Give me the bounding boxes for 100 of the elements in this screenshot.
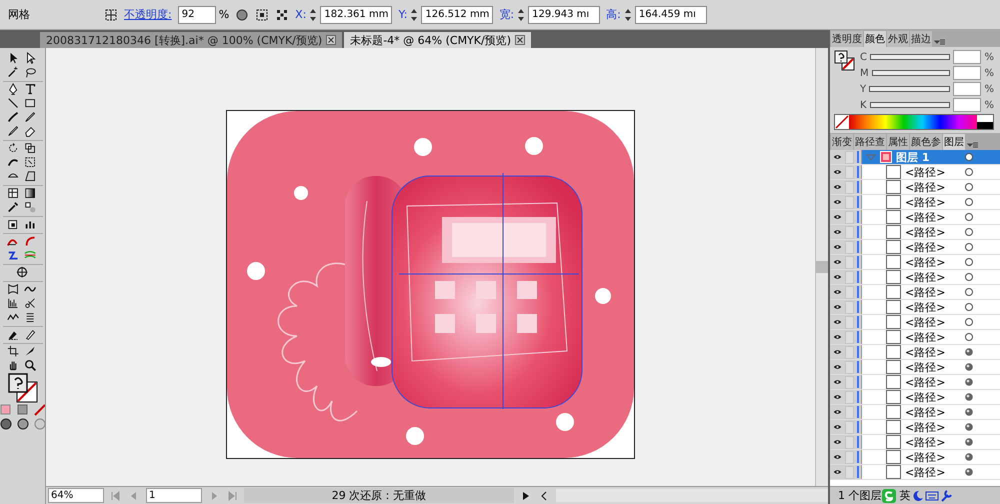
path-row[interactable]: <路径> [862,345,1000,359]
target-icon[interactable] [964,182,974,192]
lock-toggle[interactable] [845,256,854,268]
target-icon[interactable] [964,347,974,357]
target-icon[interactable] [964,362,974,372]
value-field[interactable] [953,66,982,80]
target-icon[interactable] [964,317,974,327]
panel-menu-icon[interactable] [933,37,947,47]
lock-toggle[interactable] [845,330,854,344]
target-icon[interactable] [964,257,974,267]
lock-toggle[interactable] [845,210,854,224]
measure-icon[interactable] [24,328,38,342]
path-row[interactable]: <路径> [862,285,1000,299]
spinner-icon[interactable] [624,8,632,22]
color-spectrum[interactable] [849,115,977,129]
lock-toggle[interactable] [845,240,854,254]
free-transform-icon[interactable] [24,156,38,170]
zoom-dropdown[interactable]: 64% [48,488,104,503]
target-icon[interactable] [964,152,974,162]
lock-toggle[interactable] [845,286,854,298]
channel-bar[interactable] [870,102,950,108]
eraser-icon[interactable] [24,125,38,139]
path-row[interactable]: <路径> [862,360,1000,374]
direct-selection-icon[interactable] [24,52,38,66]
target-icon[interactable] [964,227,974,237]
draw-behind-icon[interactable] [16,417,30,431]
target-icon[interactable] [964,407,974,417]
lock-toggle[interactable] [845,450,854,464]
visibility-eye-icon[interactable] [833,422,842,432]
visibility-eye-icon[interactable] [833,452,842,462]
lock-toggle[interactable] [845,390,854,404]
scrollbar-thumb[interactable] [816,261,828,273]
path-row[interactable]: <路径> [862,465,1000,479]
zoom-tool-icon[interactable] [24,359,38,373]
panel-tab[interactable]: 描边 [910,31,932,47]
target-icon[interactable] [964,377,974,387]
fill-stroke-icon[interactable] [8,373,38,403]
close-icon[interactable] [515,35,525,45]
panel-tab[interactable]: 颜色参 [910,134,942,150]
value-field[interactable] [953,82,982,96]
path-row[interactable]: <路径> [862,180,1000,194]
visibility-eye-icon[interactable] [833,437,842,447]
target-icon[interactable] [964,437,974,447]
visibility-eye-icon[interactable] [833,317,842,327]
lock-toggle[interactable] [845,180,854,194]
visibility-eye-icon[interactable] [833,227,842,237]
panel-tab[interactable]: 图层 [943,134,965,150]
visibility-eye-icon[interactable] [833,197,842,207]
path-row[interactable]: <路径> [862,330,1000,344]
default-color-swatch[interactable] [977,115,993,129]
visibility-eye-icon[interactable] [833,332,842,342]
visibility-eye-icon[interactable] [833,242,842,252]
path-row[interactable]: <路径> [862,300,1000,314]
type-tool-icon[interactable] [24,83,38,97]
target-icon[interactable] [964,287,974,297]
path-row[interactable]: <路径> [862,315,1000,329]
panel-tab[interactable]: 路径查 [854,134,886,150]
lock-toggle[interactable] [845,270,854,284]
path-row[interactable]: <路径> [862,255,1000,269]
align-icon[interactable] [255,8,270,22]
close-icon[interactable] [326,35,336,45]
wrench-icon[interactable] [938,488,952,502]
path-row[interactable]: <路径> [862,420,1000,434]
ime-mode-label[interactable]: 英 [900,488,910,503]
none-swatch-icon[interactable] [835,115,849,129]
crosshair-icon[interactable] [16,266,30,280]
layer-row[interactable]: 图层 1 [862,150,1000,164]
visibility-eye-icon[interactable] [833,377,842,387]
panel-menu-icon[interactable] [966,140,980,150]
layer-color-icon[interactable] [880,151,892,163]
artboard-tool-icon[interactable] [7,345,21,359]
panel-tab[interactable]: 透明度 [831,31,863,47]
opacity-label[interactable]: 不透明度: [124,7,172,22]
spinner-icon[interactable] [309,8,318,22]
visibility-eye-icon[interactable] [833,287,842,297]
channel-bar[interactable] [869,86,950,92]
brush-icon[interactable] [7,111,21,125]
visibility-eye-icon[interactable] [833,152,842,162]
lock-toggle[interactable] [845,300,854,314]
path-row[interactable]: <路径> [862,450,1000,464]
target-icon[interactable] [964,392,974,402]
value-field[interactable]: 126.512 mm [421,6,494,24]
path-row[interactable]: <路径> [862,225,1000,239]
opacity-field[interactable]: 92 [178,6,216,24]
path-row[interactable]: <路径> [862,390,1000,404]
value-field[interactable]: 182.361 mm [320,6,392,24]
panel-tab[interactable]: 属性 [887,134,909,150]
visibility-eye-icon[interactable] [833,407,842,417]
visibility-eye-icon[interactable] [833,257,842,267]
document-tab[interactable]: 未标题-4* @ 64% (CMYK/预览) [344,32,531,48]
lock-toggle[interactable] [845,196,854,208]
channel-bar[interactable] [872,70,950,76]
lock-toggle[interactable] [845,360,854,374]
visibility-eye-icon[interactable] [833,467,842,477]
path-row[interactable]: <路径> [862,165,1000,179]
lock-toggle[interactable] [845,466,854,478]
path-row[interactable]: <路径> [862,210,1000,224]
reference-point-icon[interactable] [275,8,290,22]
target-icon[interactable] [964,167,974,177]
panel-tab[interactable]: 颜色 [864,31,886,47]
